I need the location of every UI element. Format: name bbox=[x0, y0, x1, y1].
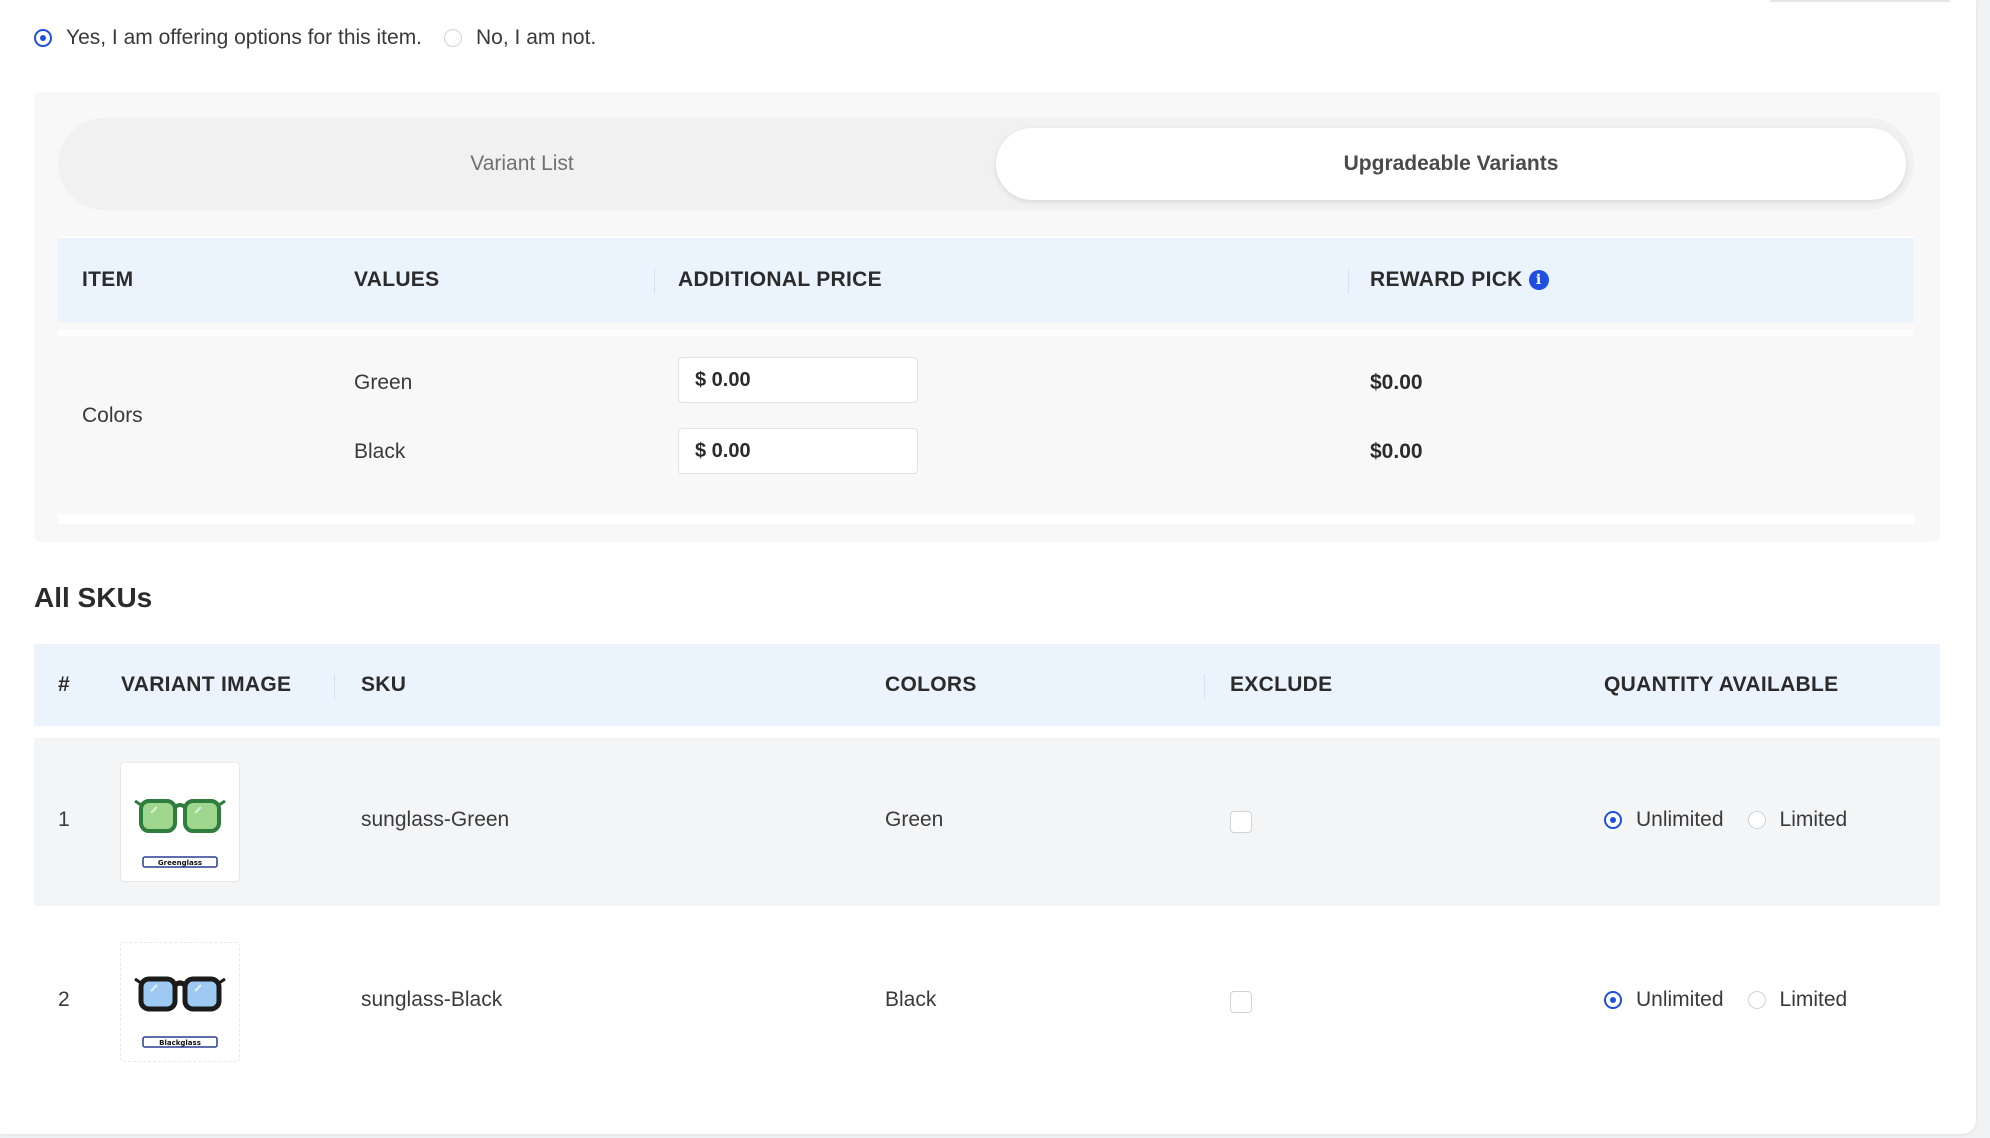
unlimited-label[interactable]: Unlimited bbox=[1636, 808, 1724, 832]
variant-value-black: Black bbox=[354, 440, 406, 463]
variants-table-header: ITEM VALUES ADDITIONAL PRICE REWARD PICK… bbox=[58, 236, 1914, 322]
header-variant-image: VARIANT IMAGE bbox=[121, 673, 292, 696]
unlimited-label[interactable]: Unlimited bbox=[1636, 988, 1724, 1012]
upgradeable-variants-table: ITEM VALUES ADDITIONAL PRICE REWARD PICK… bbox=[58, 236, 1914, 524]
reward-pick-value-black: $0.00 bbox=[1370, 440, 1423, 463]
header-sku: SKU bbox=[361, 673, 407, 696]
unlimited-radio-green[interactable] bbox=[1604, 811, 1622, 829]
header-values: VALUES bbox=[354, 268, 440, 291]
exclude-checkbox-green[interactable] bbox=[1230, 811, 1252, 833]
offering-no-label[interactable]: No, I am not. bbox=[476, 26, 596, 50]
limited-radio-black[interactable] bbox=[1747, 991, 1766, 1009]
variant-image-caption-green: Greenglass bbox=[158, 859, 202, 867]
variant-value-green: Green bbox=[354, 371, 413, 394]
header-divider bbox=[1204, 674, 1205, 700]
header-quantity-available: QUANTITY AVAILABLE bbox=[1604, 673, 1839, 696]
header-reward-pick-label: REWARD PICK bbox=[1370, 268, 1523, 291]
header-colors: COLORS bbox=[885, 673, 977, 696]
header-index: # bbox=[58, 673, 70, 696]
all-skus-title: All SKUs bbox=[34, 582, 153, 613]
quantity-radio-group-green: Unlimited Limited bbox=[1604, 808, 1871, 832]
sku-color-black: Black bbox=[885, 988, 937, 1011]
header-item: ITEM bbox=[82, 268, 134, 291]
header-divider bbox=[334, 674, 335, 700]
variant-options-card: Yes, I am offering options for this item… bbox=[0, 0, 1976, 1134]
table-row: 1 Greenglass sunglass-Green Green Unlimi… bbox=[34, 738, 1940, 906]
tab-upgradeable-variants[interactable]: Upgradeable Variants bbox=[996, 128, 1906, 200]
offering-yes-label[interactable]: Yes, I am offering options for this item… bbox=[66, 26, 422, 50]
limited-label[interactable]: Limited bbox=[1780, 988, 1848, 1012]
limited-label[interactable]: Limited bbox=[1780, 808, 1848, 832]
sku-name-black: sunglass-Black bbox=[361, 988, 503, 1011]
variant-tabs: Variant List Upgradeable Variants bbox=[58, 118, 1914, 210]
variant-image-green: Greenglass bbox=[120, 762, 240, 882]
additional-price-input-green[interactable]: $ 0.00 bbox=[678, 357, 918, 403]
header-divider bbox=[654, 268, 655, 294]
sunglasses-black-icon: Blackglass bbox=[134, 976, 226, 1048]
variants-table-body: Colors Green $ 0.00 $0.00 Black $ 0.00 $… bbox=[58, 330, 1914, 524]
header-exclude: EXCLUDE bbox=[1230, 673, 1333, 696]
sunglasses-green-icon: Greenglass bbox=[134, 799, 226, 868]
sku-table-header: # VARIANT IMAGE SKU COLORS EXCLUDE QUANT… bbox=[34, 644, 1940, 726]
header-divider bbox=[1348, 268, 1349, 294]
sku-row-index: 2 bbox=[58, 988, 70, 1011]
offering-no-radio[interactable] bbox=[444, 29, 463, 47]
header-additional-price: ADDITIONAL PRICE bbox=[678, 268, 882, 291]
tab-variant-list[interactable]: Variant List bbox=[58, 118, 986, 210]
additional-price-input-black[interactable]: $ 0.00 bbox=[678, 428, 918, 474]
offering-yes-radio[interactable] bbox=[34, 29, 52, 47]
info-icon[interactable]: i bbox=[1528, 270, 1549, 290]
variant-image-caption-black: Blackglass bbox=[159, 1039, 201, 1047]
variants-panel: Variant List Upgradeable Variants ITEM V… bbox=[34, 92, 1940, 542]
sku-row-index: 1 bbox=[58, 808, 70, 831]
unlimited-radio-black[interactable] bbox=[1604, 991, 1622, 1009]
limited-radio-green[interactable] bbox=[1747, 811, 1766, 829]
sku-name-green: sunglass-Green bbox=[361, 808, 510, 831]
quantity-radio-group-black: Unlimited Limited bbox=[1604, 988, 1871, 1012]
reward-pick-value-green: $0.00 bbox=[1370, 371, 1423, 394]
top-edge-line bbox=[1770, 0, 1950, 2]
header-reward-pick: REWARD PICK i bbox=[1370, 238, 1549, 322]
exclude-checkbox-black[interactable] bbox=[1230, 991, 1252, 1013]
sku-color-green: Green bbox=[885, 808, 944, 831]
variant-item-name: Colors bbox=[82, 404, 143, 427]
offering-options-radio-group: Yes, I am offering options for this item… bbox=[34, 26, 618, 50]
variant-image-black: Blackglass bbox=[120, 942, 240, 1062]
table-row: 2 Blackglass sunglass-Black Black Unlimi… bbox=[34, 918, 1940, 1086]
